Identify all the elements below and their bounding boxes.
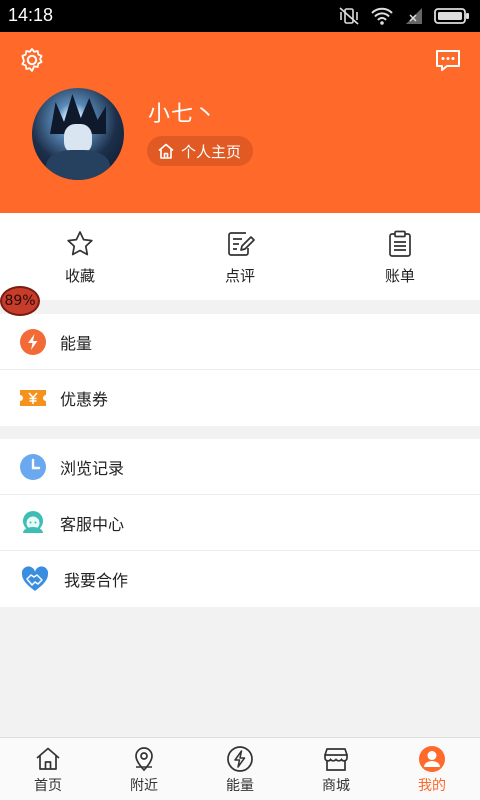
menu-group-energy: 能量 优惠券 (0, 314, 480, 426)
tab-label: 附近 (130, 778, 158, 794)
vibrate-off-icon (339, 7, 359, 25)
signal-icon (406, 8, 422, 24)
location-icon (135, 747, 153, 772)
home-page-label: 个人主页 (181, 142, 242, 161)
menu-label: 浏览记录 (60, 458, 125, 478)
floating-memory-badge[interactable]: 89% (0, 286, 40, 316)
status-icons (338, 6, 470, 26)
tab-home[interactable]: 首页 (0, 738, 96, 800)
energy-icon (20, 328, 46, 355)
home-icon (158, 143, 174, 159)
tab-label: 我的 (418, 778, 446, 794)
quick-bills[interactable]: 账单 (320, 213, 480, 300)
tab-bar: 首页 附近 能量 商城 我的 (0, 737, 480, 800)
menu-label: 客服中心 (60, 514, 125, 534)
customer-service-icon (23, 510, 43, 533)
clipboard-icon (389, 230, 411, 257)
tab-store[interactable]: 商城 (288, 738, 384, 800)
gear-icon[interactable] (18, 46, 46, 74)
username: 小七丶 (148, 102, 218, 127)
home-page-button[interactable]: 个人主页 (147, 136, 254, 166)
menu-label: 能量 (60, 333, 93, 353)
store-icon (324, 748, 348, 771)
quick-actions: 收藏 点评 账单 (0, 213, 480, 300)
quick-label: 收藏 (64, 267, 95, 285)
quick-label: 账单 (384, 267, 415, 285)
home-icon (36, 747, 60, 770)
star-icon (67, 231, 93, 256)
quick-label: 点评 (224, 267, 255, 285)
tab-nearby[interactable]: 附近 (96, 738, 192, 800)
handshake-icon (21, 566, 49, 591)
menu-item-history[interactable]: 浏览记录 (0, 439, 480, 495)
coupon-icon (20, 390, 46, 406)
tab-label: 商城 (322, 778, 350, 794)
menu-group-services: 浏览记录 客服中心 我要合作 (0, 439, 480, 607)
tab-energy[interactable]: 能量 (192, 738, 288, 800)
menu-label: 我要合作 (64, 571, 129, 590)
avatar[interactable] (32, 88, 124, 180)
menu-item-energy[interactable]: 能量 (0, 314, 480, 370)
status-time: 14:18 (8, 5, 54, 25)
menu-item-customer-service[interactable]: 客服中心 (0, 495, 480, 551)
energy-icon (227, 746, 253, 772)
menu-item-coupons[interactable]: 优惠券 (0, 370, 480, 426)
menu-item-cooperation[interactable]: 我要合作 (0, 551, 480, 607)
wifi-icon (371, 7, 393, 25)
status-bar: 14:18 (0, 0, 480, 32)
tab-label: 能量 (226, 778, 254, 794)
profile-header: 小七丶 个人主页 (0, 32, 480, 213)
clock-icon (20, 453, 46, 480)
message-icon[interactable] (434, 46, 462, 74)
battery-icon (434, 8, 469, 24)
menu-label: 优惠券 (60, 390, 109, 409)
profile-icon (419, 746, 445, 772)
tab-label: 首页 (34, 778, 62, 794)
edit-icon (228, 232, 255, 256)
quick-reviews[interactable]: 点评 (160, 213, 320, 300)
tab-mine[interactable]: 我的 (384, 738, 480, 800)
